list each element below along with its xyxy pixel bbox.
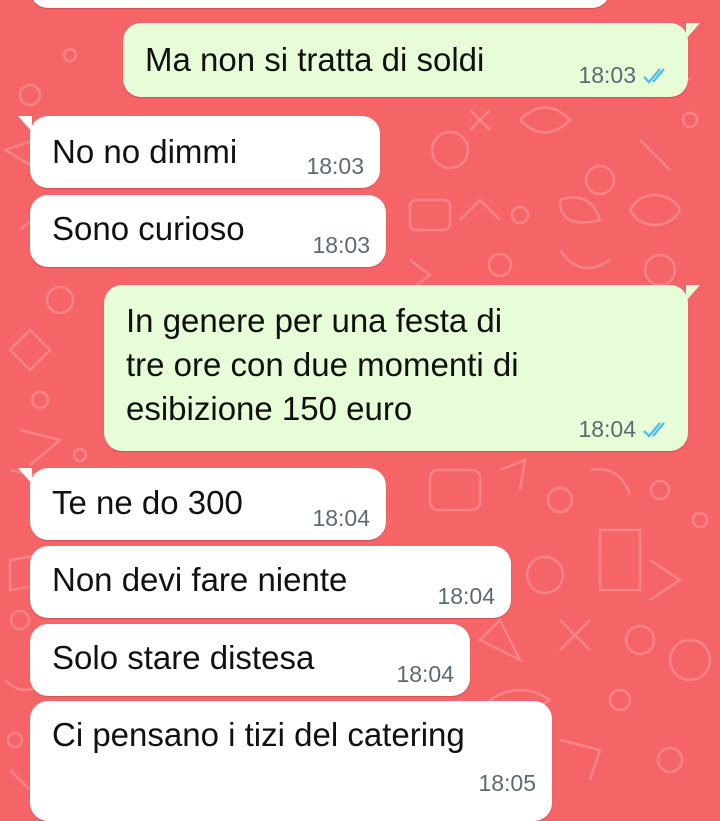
message-text: Ma non si tratta di soldi <box>145 41 485 78</box>
message-text: Solo stare distesa <box>52 639 315 676</box>
message-meta: 18:04 <box>437 583 495 610</box>
message-meta: 18:03 <box>306 153 364 180</box>
message-text: Te ne do 300 <box>52 484 243 521</box>
message-time: 18:04 <box>578 416 636 442</box>
previous-message-bubble-partial[interactable] <box>30 0 610 8</box>
message-meta: 18:05 <box>478 770 536 797</box>
double-check-read-icon <box>643 67 665 84</box>
message-meta: 18:03 <box>578 62 672 89</box>
message-time: 18:04 <box>437 583 495 609</box>
message-bubble-incoming[interactable]: No no dimmi 18:03 <box>18 116 380 188</box>
message-bubble-incoming[interactable]: Ci pensano i tizi del catering 18:05 <box>30 701 552 821</box>
message-text: In genere per una festa di tre ore con d… <box>126 302 519 427</box>
message-meta: 18:04 <box>578 416 672 443</box>
message-meta: 18:04 <box>312 505 370 532</box>
message-text: No no dimmi <box>52 133 238 170</box>
message-time: 18:04 <box>312 505 370 531</box>
message-bubble-incoming[interactable]: Sono curioso 18:03 <box>30 195 386 267</box>
message-text: Ci pensano i tizi del catering <box>52 716 465 753</box>
message-bubble-incoming[interactable]: Te ne do 300 18:04 <box>18 468 386 540</box>
message-bubble-incoming[interactable]: Non devi fare niente 18:04 <box>30 546 511 618</box>
message-meta: 18:04 <box>396 661 454 688</box>
message-time: 18:04 <box>396 661 454 687</box>
message-text: Sono curioso <box>52 210 245 247</box>
message-bubble-incoming[interactable]: Solo stare distesa 18:04 <box>30 624 470 696</box>
message-time: 18:03 <box>312 232 370 258</box>
message-bubble-outgoing[interactable]: In genere per una festa di tre ore con d… <box>104 285 700 451</box>
message-time: 18:05 <box>478 770 536 796</box>
message-text: Non devi fare niente <box>52 561 348 598</box>
message-time: 18:03 <box>306 153 364 179</box>
message-meta: 18:03 <box>312 232 370 259</box>
double-check-read-icon <box>643 421 665 438</box>
message-time: 18:03 <box>578 62 636 88</box>
message-bubble-outgoing[interactable]: Ma non si tratta di soldi 18:03 <box>123 23 700 97</box>
